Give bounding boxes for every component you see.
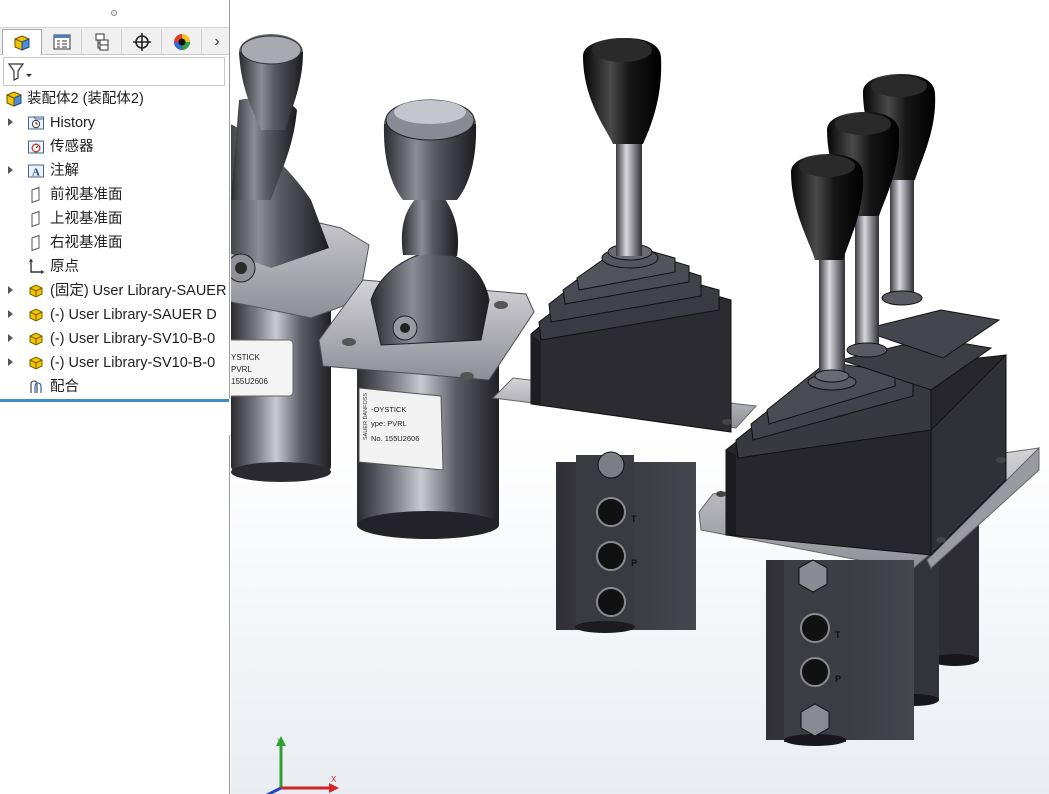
tree-item-annotations[interactable]: A 注解 (0, 160, 229, 182)
tree-item-label: (固定) User Library-SAUER (50, 283, 227, 299)
annotation-icon: A (27, 162, 45, 180)
svg-text:A: A (32, 167, 40, 179)
tab-property-manager[interactable] (42, 29, 82, 54)
triad-y-label: Y (277, 737, 283, 746)
filter-button[interactable] (6, 61, 36, 83)
tree-item-label: (-) User Library-SAUER D (50, 307, 217, 323)
label-2-line-1: -OYSTICK (371, 405, 406, 414)
tree-item-label: History (50, 115, 96, 131)
tree-item-label: 配合 (50, 379, 79, 395)
model-render: YSTICK PVRL 155U2606 -OYSTICK ype: PVRL … (231, 34, 1040, 746)
tree-item-label: (-) User Library-SV10-B-0 (50, 331, 216, 347)
component-icon (27, 354, 45, 372)
port-p-label: P (631, 558, 637, 568)
valve-single: T P (491, 38, 758, 633)
tab-feature-manager[interactable] (2, 29, 42, 55)
label-2-side-text: SAUER DANFOSS (363, 393, 369, 440)
tree-item-right-plane[interactable]: 右视基准面 (0, 232, 229, 254)
plane-icon (27, 234, 45, 252)
label-1-line-3: 155U2606 (231, 377, 268, 386)
tree-item-mates[interactable]: 配合 (0, 376, 229, 398)
tab-dimxpert[interactable] (122, 29, 162, 54)
expand-arrow-icon[interactable] (8, 334, 13, 342)
joystick-1: YSTICK PVRL 155U2606 (231, 34, 370, 482)
feature-manager-icon (14, 34, 30, 51)
tabs-more-chevron-icon[interactable]: › (204, 29, 229, 54)
tree-item-component-3[interactable]: (-) User Library-SV10-B-0 (0, 328, 229, 350)
tree-item-origin[interactable]: 原点 (0, 256, 229, 278)
expand-arrow-icon[interactable] (8, 286, 13, 294)
tree-item-sensors[interactable]: 传感器 (0, 136, 229, 158)
triad-x-label: X (331, 775, 337, 784)
plane-icon (27, 210, 45, 228)
component-icon (27, 330, 45, 348)
tree-item-label: 前视基准面 (50, 187, 123, 203)
configuration-manager-icon (95, 33, 108, 50)
expand-arrow-icon[interactable] (8, 310, 13, 318)
tab-configuration-manager[interactable] (82, 29, 122, 54)
tree-filter-bar (3, 57, 225, 86)
component-icon (27, 306, 45, 324)
label-2-line-3: No. 155U2606 (371, 434, 419, 443)
tree-item-component-2[interactable]: (-) User Library-SAUER D (0, 304, 229, 326)
plane-icon (27, 186, 45, 204)
origin-icon (27, 258, 45, 276)
expand-arrow-icon[interactable] (8, 358, 13, 366)
tree-item-history[interactable]: History (0, 112, 229, 134)
dimxpert-icon (132, 32, 151, 51)
tree-item-label: (-) User Library-SV10-B-0 (50, 355, 216, 371)
assembly-icon (5, 90, 23, 108)
label-1-line-2: PVRL (231, 365, 252, 374)
display-manager-icon (173, 33, 190, 50)
label-2-line-2: ype: PVRL (371, 419, 407, 428)
tree-item-front-plane[interactable]: 前视基准面 (0, 184, 229, 206)
manager-tabs: › (0, 28, 229, 55)
tree-item-top-plane[interactable]: 上视基准面 (0, 208, 229, 230)
orientation-triad[interactable]: Y X (255, 730, 345, 794)
grip-dot[interactable] (111, 10, 117, 16)
tree-item-label: 原点 (50, 259, 79, 275)
expand-arrow-icon[interactable] (8, 118, 13, 126)
tree-rollback-bar[interactable] (0, 399, 229, 402)
tree-item-label: 传感器 (50, 139, 94, 155)
label-1-line-1: YSTICK (231, 353, 261, 362)
tree-item-label: 上视基准面 (50, 211, 123, 227)
filter-icon (7, 63, 32, 81)
property-manager-icon (53, 34, 70, 49)
history-icon (27, 114, 45, 132)
tree-item-label: 注解 (50, 163, 79, 179)
expand-arrow-icon[interactable] (8, 166, 13, 174)
tree-root[interactable]: 装配体2 (装配体2) (0, 88, 229, 110)
joystick-2: -OYSTICK ype: PVRL No. 155U2606 SAUER DA… (318, 99, 535, 539)
port-t-label-right: T (835, 630, 841, 640)
graphics-viewport[interactable]: YSTICK PVRL 155U2606 -OYSTICK ype: PVRL … (231, 0, 1049, 794)
port-p-label-right: P (835, 674, 841, 684)
tree-item-component-1[interactable]: (固定) User Library-SAUER (0, 280, 229, 302)
tree-item-label: 右视基准面 (50, 235, 123, 251)
panel-collapse-grip[interactable] (0, 0, 229, 28)
tree-root-label: 装配体2 (装配体2) (27, 91, 144, 107)
port-t-label: T (631, 514, 637, 524)
feature-manager-panel: › 装配体2 (装配体2) History 传感器 A 注解 前视基准面 上视基… (0, 0, 230, 794)
sensor-icon (27, 138, 45, 156)
mates-icon (27, 378, 45, 396)
component-icon (27, 282, 45, 300)
tree-item-component-4[interactable]: (-) User Library-SV10-B-0 (0, 352, 229, 374)
tab-display-manager[interactable] (162, 29, 202, 54)
